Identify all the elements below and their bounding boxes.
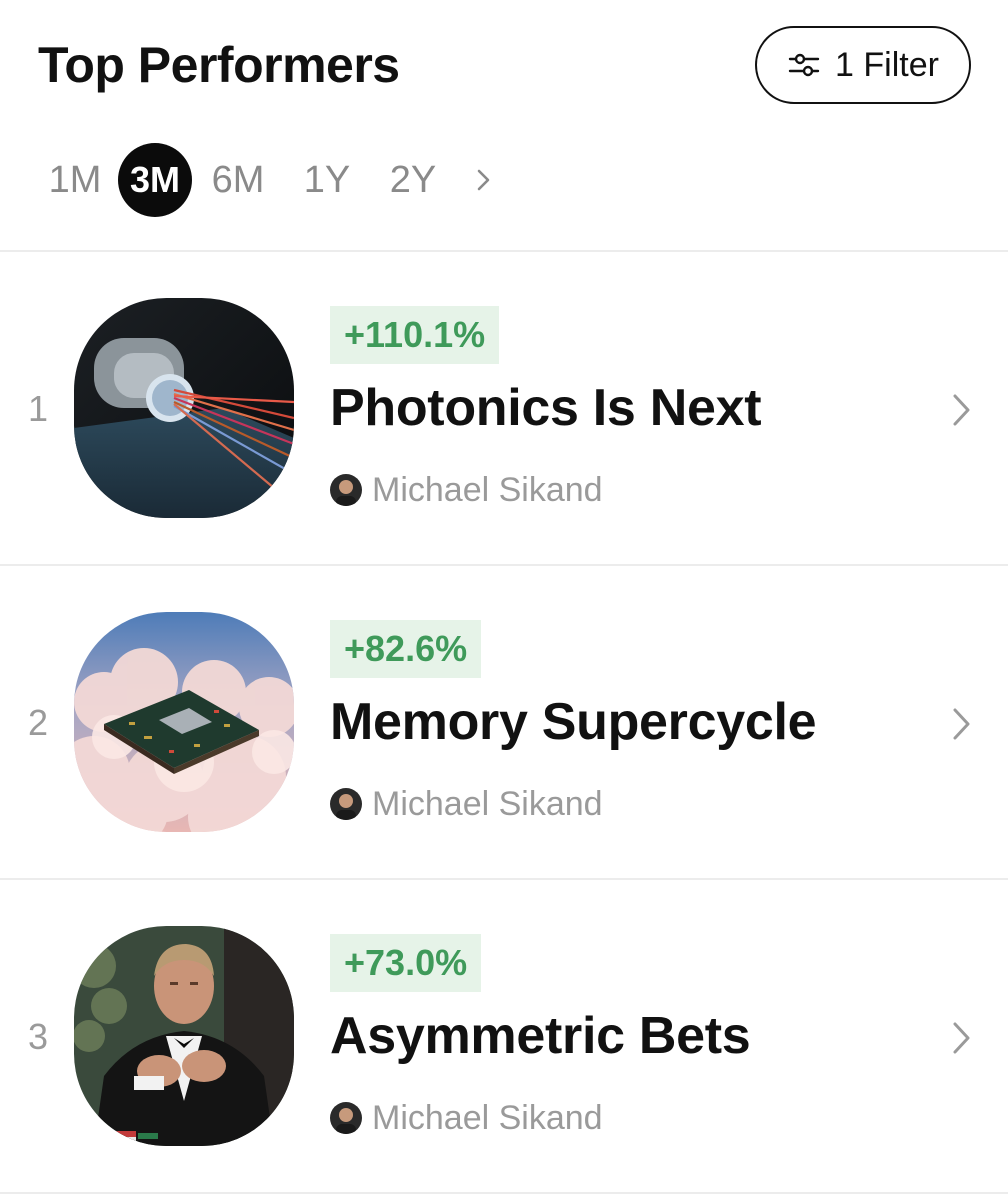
range-tab-1m[interactable]: 1M — [40, 146, 110, 214]
range-tab-6m[interactable]: 6M — [200, 146, 276, 214]
performer-name: Photonics Is Next — [330, 379, 762, 437]
time-range-selector: 1M 3M 6M 1Y 2Y — [40, 143, 504, 217]
author: Michael Sikand — [330, 1098, 603, 1138]
man-in-tuxedo-image — [74, 926, 294, 1146]
author-name: Michael Sikand — [372, 1098, 603, 1137]
avatar — [330, 474, 362, 506]
range-tab-3m-selected[interactable]: 3M — [118, 143, 192, 217]
author: Michael Sikand — [330, 784, 603, 824]
author-name: Michael Sikand — [372, 784, 603, 823]
chevron-right-icon — [953, 708, 970, 740]
chevron-right-icon — [953, 394, 970, 426]
photonics-fiber-image — [74, 298, 294, 518]
performer-row-3[interactable]: 3 +73.0% Asymmetric Bets Michael Sikand — [0, 880, 1008, 1192]
range-tab-2y[interactable]: 2Y — [378, 146, 448, 214]
performance-badge: +73.0% — [330, 934, 482, 992]
header: Top Performers 1 Filter — [0, 0, 1008, 130]
chip-in-clouds-image — [74, 612, 294, 832]
performer-row-2[interactable]: 2 +82.6% Memory Supercycle Michael Sikan… — [0, 566, 1008, 878]
filter-button[interactable]: 1 Filter — [755, 26, 971, 104]
chevron-right-icon — [953, 1022, 970, 1054]
performer-row-1[interactable]: 1 +110.1% Photonics Is Next Michael Sika… — [0, 252, 1008, 564]
rank-number: 1 — [27, 388, 49, 429]
range-tab-1y[interactable]: 1Y — [290, 146, 364, 214]
avatar — [330, 788, 362, 820]
divider — [0, 1192, 1008, 1194]
performance-badge: +82.6% — [330, 620, 482, 678]
filter-button-label: 1 Filter — [835, 45, 939, 84]
performer-name: Asymmetric Bets — [330, 1007, 751, 1065]
chevron-right-icon — [477, 169, 490, 191]
more-ranges-button[interactable] — [464, 146, 504, 214]
page-title: Top Performers — [38, 37, 400, 93]
author: Michael Sikand — [330, 470, 603, 510]
performance-badge: +110.1% — [330, 306, 500, 364]
rank-number: 3 — [27, 1016, 49, 1057]
rank-number: 2 — [27, 702, 49, 743]
avatar — [330, 1102, 362, 1134]
performer-name: Memory Supercycle — [330, 693, 817, 751]
author-name: Michael Sikand — [372, 470, 603, 509]
sliders-icon — [788, 53, 820, 77]
